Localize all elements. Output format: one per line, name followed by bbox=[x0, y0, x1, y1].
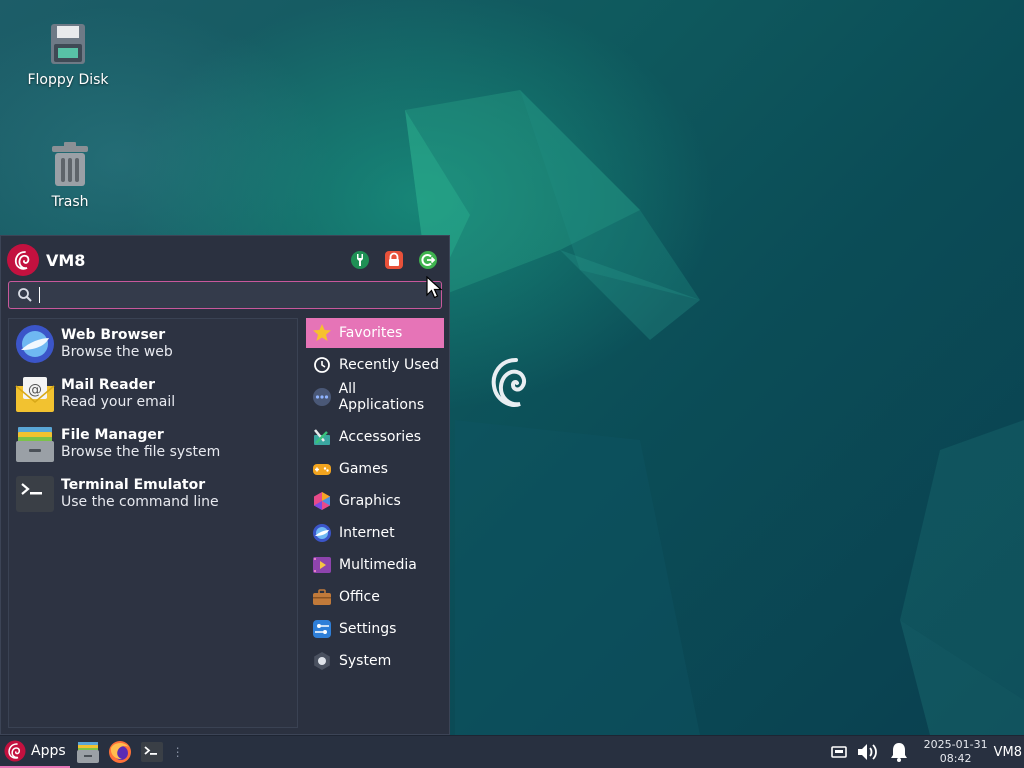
category-label: Recently Used bbox=[339, 357, 440, 373]
lock-screen-button[interactable] bbox=[383, 249, 405, 271]
notifications-button[interactable] bbox=[884, 741, 914, 763]
category-label: Multimedia bbox=[339, 557, 417, 573]
multimedia-icon bbox=[311, 554, 333, 576]
panel-handle[interactable]: ⋮ bbox=[172, 745, 184, 759]
category-internet[interactable]: Internet bbox=[306, 518, 444, 548]
category-settings[interactable]: Settings bbox=[306, 614, 444, 644]
category-label: Favorites bbox=[339, 325, 403, 341]
desktop-icon-trash[interactable]: Trash bbox=[20, 142, 120, 210]
item-subtitle: Read your email bbox=[61, 394, 176, 410]
debian-logo bbox=[486, 352, 536, 418]
logout-icon bbox=[419, 251, 437, 269]
mail-reader-icon: @ bbox=[15, 374, 55, 414]
desktop-icon-label: Trash bbox=[51, 194, 89, 210]
category-label: Graphics bbox=[339, 493, 401, 509]
games-icon bbox=[311, 458, 333, 480]
favorites-list: Web Browser Browse the web @ Mail Reader… bbox=[8, 318, 298, 728]
launcher-file-manager[interactable] bbox=[74, 738, 102, 766]
desktop-icon-label: Floppy Disk bbox=[27, 72, 109, 88]
volume-icon bbox=[857, 744, 877, 760]
category-label: All Applications bbox=[338, 381, 425, 413]
clock-time: 08:42 bbox=[939, 752, 972, 765]
search-icon bbox=[18, 288, 32, 302]
volume-button[interactable] bbox=[854, 741, 884, 763]
list-item-mail-reader[interactable]: @ Mail Reader Read your email bbox=[9, 369, 297, 419]
application-menu: VM8 Web Browser Browse the web @ Mail Re… bbox=[0, 235, 450, 735]
applications-menu-button[interactable]: Apps bbox=[0, 736, 70, 768]
item-title: Mail Reader bbox=[61, 377, 155, 393]
settings-manager-icon bbox=[351, 251, 369, 269]
category-list: Favorites Recently Used All Applications… bbox=[306, 318, 444, 678]
list-item-file-manager[interactable]: File Manager Browse the file system bbox=[9, 419, 297, 469]
launcher-firefox[interactable] bbox=[106, 738, 134, 766]
clock[interactable]: 2025-01-31 08:42 bbox=[924, 738, 988, 766]
category-games[interactable]: Games bbox=[306, 454, 444, 484]
network-icon bbox=[830, 746, 847, 758]
category-office[interactable]: Office bbox=[306, 582, 444, 612]
clock-date: 2025-01-31 bbox=[923, 738, 988, 751]
category-recently-used[interactable]: Recently Used bbox=[306, 350, 444, 380]
clock-icon bbox=[311, 354, 333, 376]
item-subtitle: Browse the web bbox=[61, 344, 173, 360]
category-label: Office bbox=[339, 589, 380, 605]
system-icon bbox=[311, 650, 333, 672]
debian-swirl-icon bbox=[14, 251, 30, 270]
category-graphics[interactable]: Graphics bbox=[306, 486, 444, 516]
internet-icon bbox=[311, 522, 333, 544]
list-item-web-browser[interactable]: Web Browser Browse the web bbox=[9, 319, 297, 369]
list-item-terminal-emulator[interactable]: Terminal Emulator Use the command line bbox=[9, 469, 297, 519]
launcher-terminal[interactable] bbox=[138, 738, 166, 766]
settings-manager-button[interactable] bbox=[349, 249, 371, 271]
category-accessories[interactable]: Accessories bbox=[306, 422, 444, 452]
hostname: VM8 bbox=[993, 744, 1022, 760]
office-icon bbox=[311, 586, 333, 608]
system-tray: 2025-01-31 08:42 VM8 bbox=[824, 736, 1024, 768]
all-apps-icon bbox=[311, 386, 333, 408]
desktop-icon-floppy-disk[interactable]: Floppy Disk bbox=[18, 22, 118, 88]
taskbar: Apps ⋮ 2025-01-31 08:42 VM8 bbox=[0, 735, 1024, 768]
settings-icon bbox=[311, 618, 333, 640]
mouse-pointer-icon bbox=[426, 276, 443, 299]
network-button[interactable] bbox=[824, 744, 854, 760]
item-subtitle: Browse the file system bbox=[61, 444, 221, 460]
terminal-icon bbox=[15, 474, 55, 514]
floppy-disk-icon bbox=[18, 22, 118, 66]
firefox-icon bbox=[108, 741, 131, 763]
search-field[interactable] bbox=[8, 281, 442, 309]
search-input[interactable] bbox=[40, 286, 441, 304]
category-system[interactable]: System bbox=[306, 646, 444, 676]
terminal-icon bbox=[140, 742, 163, 762]
svg-text:@: @ bbox=[28, 382, 42, 398]
category-label: Internet bbox=[339, 525, 395, 541]
category-label: Settings bbox=[339, 621, 397, 637]
debian-swirl-icon bbox=[4, 740, 26, 762]
item-title: File Manager bbox=[61, 427, 164, 443]
trash-icon bbox=[20, 142, 120, 188]
file-manager-icon bbox=[15, 424, 55, 464]
category-all-applications[interactable]: All Applications bbox=[306, 381, 444, 413]
web-browser-icon bbox=[15, 324, 55, 364]
menu-header: VM8 bbox=[7, 243, 443, 277]
bell-icon bbox=[890, 743, 907, 762]
apps-label: Apps bbox=[31, 743, 66, 759]
user-avatar bbox=[7, 244, 39, 276]
category-multimedia[interactable]: Multimedia bbox=[306, 550, 444, 580]
item-subtitle: Use the command line bbox=[61, 494, 219, 510]
graphics-icon bbox=[311, 490, 333, 512]
category-label: System bbox=[339, 653, 392, 669]
category-label: Accessories bbox=[339, 429, 422, 445]
star-icon bbox=[311, 322, 333, 344]
accessories-icon bbox=[311, 426, 333, 448]
file-manager-icon bbox=[76, 742, 99, 763]
username: VM8 bbox=[46, 250, 86, 270]
category-favorites[interactable]: Favorites bbox=[306, 318, 444, 348]
lock-screen-icon bbox=[385, 251, 403, 269]
item-title: Web Browser bbox=[61, 327, 166, 343]
category-label: Games bbox=[339, 461, 388, 477]
item-title: Terminal Emulator bbox=[61, 477, 206, 493]
logout-button[interactable] bbox=[417, 249, 439, 271]
